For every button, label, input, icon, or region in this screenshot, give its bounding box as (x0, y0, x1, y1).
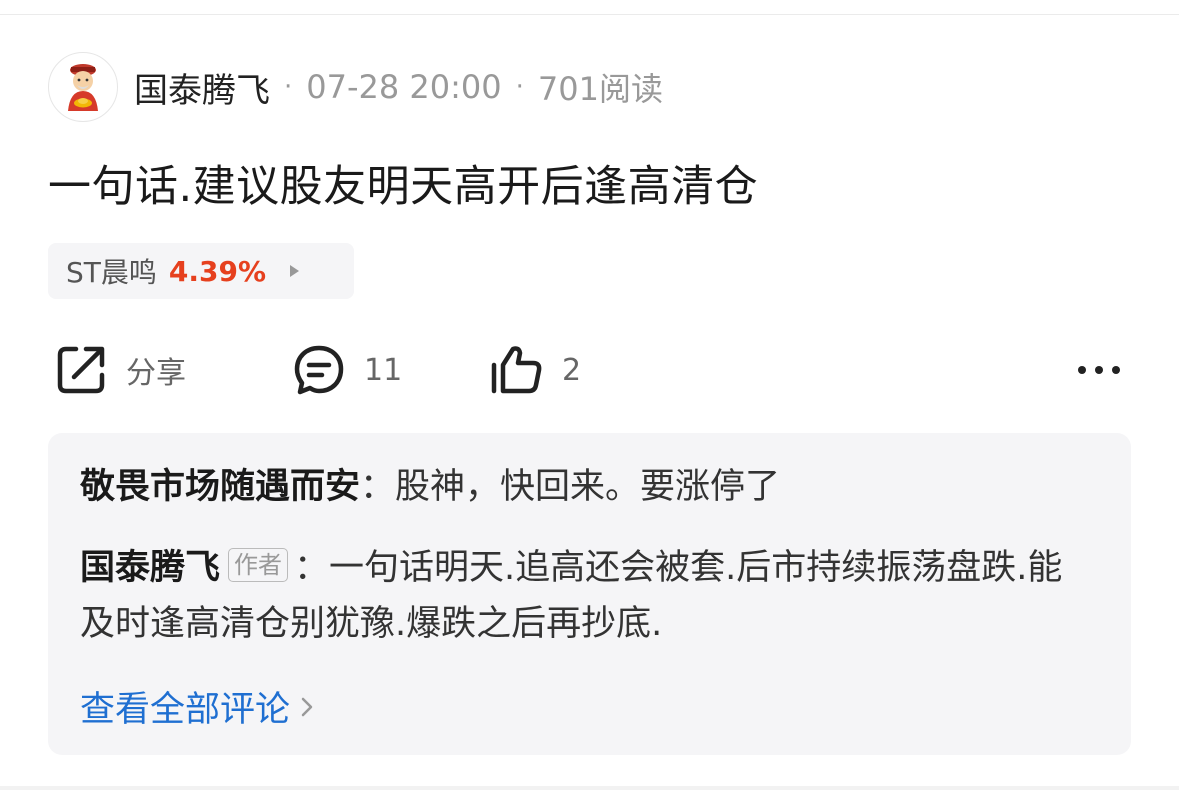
commenter-name[interactable]: 国泰腾飞 (80, 548, 220, 588)
like-count: 2 (562, 352, 582, 388)
action-bar: 分享 11 2 (48, 340, 1131, 400)
like-button[interactable]: 2 (488, 340, 581, 400)
comment-count: 11 (364, 352, 403, 388)
comment-colon: ： (294, 548, 330, 588)
read-count: 701阅读 (537, 70, 663, 108)
comment-icon (294, 345, 344, 395)
thumbs-up-icon (491, 346, 542, 394)
comment-text: 股神，快回来。要涨停了 (395, 467, 781, 507)
comment-colon: ： (360, 467, 396, 507)
stock-change: 4.39% (168, 254, 267, 288)
stock-tag[interactable]: ST晨鸣 4.39% (48, 243, 354, 299)
comment-item[interactable]: 敬畏市场随遇而安：股神，快回来。要涨停了 (80, 459, 1090, 515)
more-icon (1078, 366, 1120, 374)
more-button[interactable] (1076, 340, 1122, 400)
share-label: 分享 (126, 356, 186, 391)
chevron-right-icon (301, 697, 313, 716)
share-button[interactable]: 分享 (54, 340, 186, 400)
fortune-god-avatar-icon (68, 64, 98, 111)
post-datetime: 07-28 20:00 (306, 68, 502, 106)
share-icon (57, 346, 105, 394)
comments-preview: 敬畏市场随遇而安：股神，快回来。要涨停了 国泰腾飞 作者 ：一句话明天.追高还会被套… (48, 433, 1131, 755)
post-title[interactable]: 一句话.建议股友明天高开后逢高清仓 (48, 152, 758, 214)
meta-separator: · (284, 72, 293, 102)
top-divider (0, 14, 1179, 15)
post-header: 国泰腾飞 · 07-28 20:00 · 701阅读 (48, 52, 663, 122)
avatar[interactable] (48, 52, 118, 122)
stock-name: ST晨鸣 (66, 256, 157, 289)
play-arrow-icon (290, 265, 300, 277)
author-badge: 作者 (228, 548, 289, 582)
meta-separator: · (515, 72, 524, 102)
bottom-divider (0, 786, 1179, 790)
post-author[interactable]: 国泰腾飞 (134, 63, 270, 112)
comment-item[interactable]: 国泰腾飞 作者 ：一句话明天.追高还会被套.后市持续振荡盘跌.能及时逢高清仓别犹豫.… (80, 540, 1090, 652)
view-all-label: 查看全部评论 (80, 690, 291, 730)
commenter-name[interactable]: 敬畏市场随遇而安 (80, 467, 360, 507)
view-all-comments-link[interactable]: 查看全部评论 (80, 681, 314, 732)
comment-button[interactable]: 11 (292, 340, 402, 400)
